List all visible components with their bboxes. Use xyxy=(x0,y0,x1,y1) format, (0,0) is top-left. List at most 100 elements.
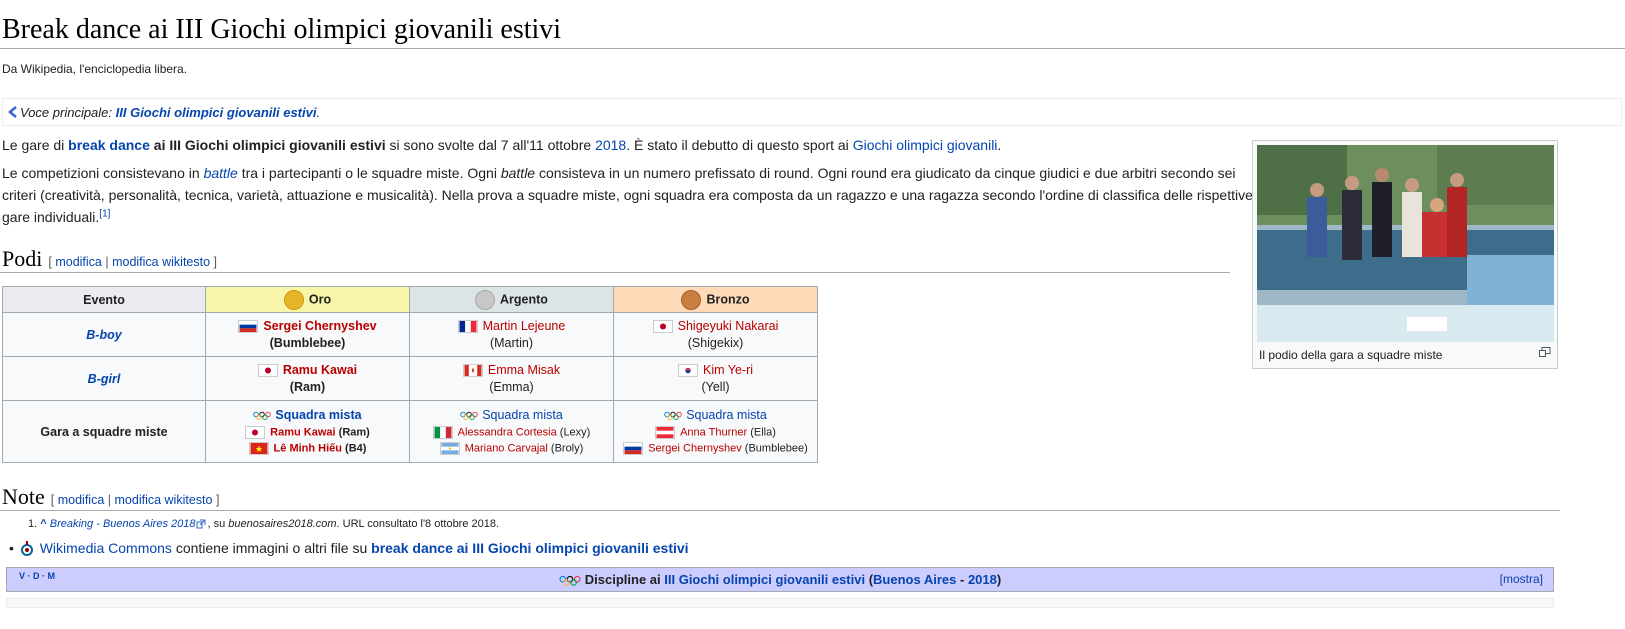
commons-link[interactable]: Wikimedia Commons xyxy=(40,540,172,556)
navbox-city-link[interactable]: Buenos Aires xyxy=(873,572,956,587)
event-link-bboy[interactable]: B-boy xyxy=(86,328,121,342)
bullet: • xyxy=(9,540,14,556)
athlete-link[interactable]: Martin Lejeune xyxy=(483,319,566,333)
enlarge-icon[interactable] xyxy=(1539,347,1551,357)
italy-flag-icon xyxy=(432,426,453,439)
navbox-show-toggle[interactable]: [mostra] xyxy=(1500,572,1543,586)
bronze-cell: Shigeyuki Nakarai (Shigekix) xyxy=(613,312,818,357)
athlete-nickname: (B4) xyxy=(342,442,367,455)
japan-flag-icon xyxy=(652,320,673,334)
gold-cell: Ramu Kawai (Ram) xyxy=(205,356,410,401)
competition-paragraph: Le competizioni consistevano in battle t… xyxy=(2,162,1267,228)
edit-link[interactable]: modifica xyxy=(55,255,102,269)
japan-flag-icon xyxy=(257,364,278,378)
header-oro-label: Oro xyxy=(308,291,332,306)
intro-bold: ai III Giochi olimpici giovanili estivi xyxy=(149,137,386,153)
athlete-nickname: (Bumblebee) xyxy=(269,336,346,351)
header-argento: Argento xyxy=(409,286,614,313)
ref-number: 1. xyxy=(28,518,38,530)
podium-table: Evento Oro Argento Bronzo B-boy Sergei C… xyxy=(2,286,818,463)
bronze-cell: Squadra mista Anna Thurner (Ella) Sergei… xyxy=(613,400,818,463)
intro-paragraph: Le gare di break dance ai III Giochi oli… xyxy=(2,134,1272,156)
reference-item: 1. ^ Breaking - Buenos Aires 2018 , su bu… xyxy=(28,518,499,530)
table-row: B-girl Ramu Kawai (Ram) Emma Misak (Emma… xyxy=(2,356,818,401)
navbox-title-text: ( xyxy=(865,572,874,587)
navbox-title-text: - xyxy=(956,572,968,587)
intro-text: . È stato il debutto di questo sport ai xyxy=(626,137,853,153)
team-link[interactable]: Squadra mista xyxy=(275,408,361,422)
backlink[interactable]: ^ xyxy=(40,518,46,530)
reference-link[interactable]: [1] xyxy=(99,208,110,219)
hatnote-prefix: Voce principale: xyxy=(20,105,116,120)
france-flag-icon xyxy=(457,320,478,334)
athlete-nickname: (Yell) xyxy=(701,380,730,395)
section-heading-note: Note [ modifica | modifica wikitesto ] xyxy=(2,484,219,510)
hatnote-main-article-link[interactable]: III Giochi olimpici giovanili estivi xyxy=(116,105,317,120)
athlete-link[interactable]: Lê Minh Hiếu xyxy=(274,442,342,454)
section-edit-links: [ modifica | modifica wikitesto ] xyxy=(48,255,217,269)
athlete-link[interactable]: Emma Misak xyxy=(488,363,560,377)
athlete-link[interactable]: Mariano Carvajal xyxy=(465,442,548,454)
silver-medal-icon xyxy=(475,289,496,310)
header-argento-label: Argento xyxy=(500,291,548,306)
page-title: Break dance ai III Giochi olimpici giova… xyxy=(2,14,562,45)
team-link[interactable]: Squadra mista xyxy=(686,408,767,422)
athlete-link[interactable]: Alessandra Cortesia xyxy=(458,426,557,438)
reference-external-link[interactable]: Breaking - Buenos Aires 2018 xyxy=(50,518,196,530)
podium-photo[interactable] xyxy=(1257,145,1554,342)
table-header-row: Evento Oro Argento Bronzo xyxy=(2,286,818,313)
header-bronzo-label: Bronzo xyxy=(706,291,750,306)
edit-source-link[interactable]: modifica wikitesto xyxy=(115,493,213,507)
thumbnail-figure: Il podio della gara a squadre miste xyxy=(1252,140,1558,369)
edit-bracket: [ xyxy=(48,255,52,269)
navbox-year-link[interactable]: 2018 xyxy=(968,572,997,587)
battle-link[interactable]: battle xyxy=(204,165,238,181)
japan-flag-icon xyxy=(245,426,266,439)
athlete-link[interactable]: Anna Thurner xyxy=(680,426,747,438)
intro-text: Le gare di xyxy=(2,137,69,153)
year-link[interactable]: 2018 xyxy=(595,137,626,153)
hatnote: Voce principale: III Giochi olimpici gio… xyxy=(2,98,1622,126)
athlete-link[interactable]: Sergei Chernyshev xyxy=(263,319,376,333)
navbox-title-text: ) xyxy=(996,572,1002,587)
para-text: Le competizioni consistevano in xyxy=(2,165,204,181)
team-link[interactable]: Squadra mista xyxy=(482,408,563,422)
edit-separator: | xyxy=(105,255,109,269)
break-dance-link[interactable]: break dance xyxy=(68,137,150,153)
athlete-nickname: (Bumblebee) xyxy=(741,442,808,455)
navbox-games-link[interactable]: III Giochi olimpici giovanili estivi xyxy=(664,572,865,587)
navbox-title: Discipline ai III Giochi olimpici giovan… xyxy=(7,572,1553,587)
commons-notice: • Wikimedia Commons contiene immagini o … xyxy=(9,540,689,558)
athlete-link[interactable]: Shigeyuki Nakarai xyxy=(678,319,779,333)
commons-category-link[interactable]: break dance ai III Giochi olimpici giova… xyxy=(371,540,688,556)
athlete-nickname: (Ram) xyxy=(335,426,370,439)
gold-cell: Squadra mista Ramu Kawai (Ram) Lê Minh H… xyxy=(205,400,410,463)
argentina-flag-icon xyxy=(439,442,460,455)
edit-link[interactable]: modifica xyxy=(58,493,105,507)
event-link-bgirl[interactable]: B-girl xyxy=(88,372,121,386)
edit-bracket: ] xyxy=(213,255,218,269)
gold-medal-icon xyxy=(283,289,304,310)
tagline: Da Wikipedia, l'enciclopedia libera. xyxy=(2,62,188,76)
event-cell: B-boy xyxy=(2,312,206,357)
athlete-link[interactable]: Sergei Chernyshev xyxy=(648,442,742,454)
edit-source-link[interactable]: modifica wikitesto xyxy=(112,255,210,269)
external-link-icon xyxy=(196,519,206,529)
olympic-rings-icon xyxy=(253,411,272,420)
olympic-rings-icon xyxy=(559,575,581,586)
table-row: B-boy Sergei Chernyshev (Bumblebee) Mart… xyxy=(2,312,818,357)
athlete-link[interactable]: Ramu Kawai xyxy=(283,363,357,377)
edit-bracket: ] xyxy=(215,493,220,507)
athlete-link[interactable]: Kim Ye-ri xyxy=(703,363,753,377)
yog-link[interactable]: Giochi olimpici giovanili xyxy=(853,137,998,153)
section-divider xyxy=(0,510,1560,511)
athlete-nickname: (Broly) xyxy=(547,442,584,455)
athlete-link[interactable]: Ramu Kawai xyxy=(270,426,335,438)
hatnote-text: Voce principale: III Giochi olimpici gio… xyxy=(20,105,320,120)
olympic-rings-icon xyxy=(460,411,478,420)
canada-flag-icon xyxy=(462,364,483,378)
thumbnail-caption: Il podio della gara a squadre miste xyxy=(1259,348,1443,362)
silver-cell: Squadra mista Alessandra Cortesia (Lexy)… xyxy=(409,400,614,463)
russia-flag-icon xyxy=(238,320,259,334)
back-arrow-icon xyxy=(8,106,17,118)
